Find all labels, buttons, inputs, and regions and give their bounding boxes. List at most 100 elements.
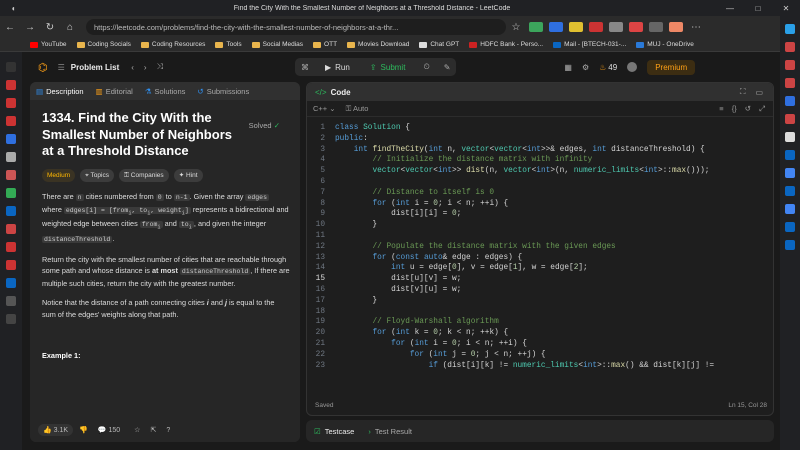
menu-icon[interactable]: ⋯ [686, 22, 706, 33]
code-line[interactable]: 10 } [307, 220, 773, 231]
code-line[interactable]: 18 [307, 307, 773, 318]
sidebar-icon[interactable] [6, 242, 16, 252]
add-icon[interactable] [6, 314, 16, 324]
reload-icon[interactable]: ↻ [40, 22, 60, 33]
extension-icon[interactable] [649, 22, 663, 32]
language-select[interactable]: C++ ⌄ [313, 104, 336, 113]
bookmark-item[interactable]: Coding Resources [140, 41, 205, 48]
shuffle-icon[interactable]: ⤨ [157, 62, 163, 72]
debug-icon[interactable]: ⌘ [295, 63, 315, 72]
sidebar-icon[interactable] [785, 114, 795, 124]
close-icon[interactable]: ✕ [772, 4, 800, 13]
format-icon[interactable]: {} [732, 104, 737, 113]
code-editor[interactable]: 1 class Solution {2 public: 3 int findTheCi… [307, 123, 773, 389]
streak-icon[interactable]: ♨ [599, 63, 606, 72]
sidebar-icon[interactable] [6, 80, 16, 90]
dislike-icon[interactable]: 👎 [79, 426, 88, 434]
avatar[interactable] [627, 62, 638, 72]
code-line[interactable]: 17 } [307, 296, 773, 307]
code-line[interactable]: 2 public: [307, 134, 773, 145]
tab-description[interactable]: ▤ Description [36, 87, 84, 96]
comments-button[interactable]: 💬 150 [98, 426, 120, 434]
premium-button[interactable]: Premium [647, 59, 696, 75]
code-line[interactable]: 23 if (dist[i][k] != numeric_limits<int>… [307, 361, 773, 372]
code-line[interactable]: 13 for (const auto& edge : edges) { [307, 253, 773, 264]
topics-tag[interactable]: ⌖ Topics [80, 168, 114, 182]
code-line[interactable]: 14 int u = edge[0], v = edge[1], w = edg… [307, 263, 773, 274]
problem-title[interactable]: 1334. Find the City With the Smallest Nu… [42, 110, 242, 160]
expand-icon[interactable]: ⤢ [759, 104, 765, 114]
linkedin-icon[interactable] [785, 186, 795, 196]
copilot-icon[interactable] [785, 24, 795, 34]
like-button[interactable]: 👍 3.1K [38, 424, 74, 436]
tab-editorial[interactable]: ▥ Editorial [96, 87, 133, 96]
star-icon[interactable]: ☆ [506, 22, 526, 33]
bookmark-item[interactable]: Mail - [BTECH-031-... [553, 41, 626, 48]
next-problem-icon[interactable]: › [144, 63, 147, 72]
code-line[interactable]: 5 vector<vector<int>> dist(n, vector<int… [307, 166, 773, 177]
sidebar-icon[interactable] [6, 134, 16, 144]
sidebar-icon[interactable] [6, 206, 16, 216]
code-line[interactable]: 22 for (int j = 0; j < n; ++j) { [307, 350, 773, 361]
google-icon[interactable] [785, 204, 795, 214]
notes-icon[interactable]: ✎ [438, 63, 457, 72]
sidebar-icon[interactable] [785, 96, 795, 106]
auto-mode[interactable]: ⚿ Auto [346, 104, 369, 114]
sidebar-icon[interactable] [6, 170, 16, 180]
extension-icon[interactable] [629, 22, 643, 32]
prev-problem-icon[interactable]: ‹ [131, 63, 134, 72]
companies-tag[interactable]: ⚿ Companies [119, 168, 169, 182]
bookmark-item[interactable]: Chat GPT [419, 41, 459, 48]
sidebar-icon[interactable] [6, 224, 16, 234]
extension-icon[interactable] [529, 22, 543, 32]
bookmark-item[interactable]: HDFC Bank - Perso... [469, 41, 543, 48]
minimize-icon[interactable]: ▭ [755, 88, 763, 97]
code-line[interactable]: 11 [307, 231, 773, 242]
code-line[interactable]: 7 // Distance to itself is 0 [307, 188, 773, 199]
share-icon[interactable]: ⇱ [150, 426, 156, 434]
code-line[interactable]: 16 dist[v][u] = w; [307, 285, 773, 296]
tab-solutions[interactable]: ⚗ Solutions [145, 87, 186, 96]
linkedin-icon[interactable] [785, 222, 795, 232]
extension-icon[interactable] [589, 22, 603, 32]
back-icon[interactable]: ← [0, 22, 20, 33]
extension-icon[interactable] [569, 22, 583, 32]
sidebar-icon[interactable] [6, 296, 16, 306]
submit-button[interactable]: ⇪ Submit [360, 63, 416, 72]
code-line[interactable]: 6 [307, 177, 773, 188]
maximize-icon[interactable]: ⛶ [740, 87, 746, 97]
bookmark-icon[interactable]: ≡ [719, 104, 723, 113]
sidebar-icon[interactable] [785, 78, 795, 88]
bookmark-item[interactable]: MUJ - OneDrive [636, 41, 694, 48]
code-line[interactable]: 21 for (int i = 0; i < n; ++i) { [307, 339, 773, 350]
code-line[interactable]: 9 dist[i][i] = 0; [307, 209, 773, 220]
run-button[interactable]: ▶ Run [315, 63, 360, 72]
timer-icon[interactable]: ⏲ [415, 62, 437, 72]
sidebar-icon[interactable] [785, 42, 795, 52]
extension-icon[interactable] [609, 22, 623, 32]
settings-icon[interactable]: ⚙ [582, 63, 589, 72]
help-icon[interactable]: ? [166, 427, 170, 434]
bookmark-item[interactable]: Movies Download [347, 41, 409, 48]
favorite-icon[interactable]: ☆ [134, 426, 140, 434]
layout-icon[interactable]: ▦ [564, 63, 572, 72]
code-line[interactable]: 8 for (int i = 0; i < n; ++i) { [307, 199, 773, 210]
code-line[interactable]: 12 // Populate the distance matrix with … [307, 242, 773, 253]
bookmark-item[interactable]: YouTube [30, 41, 67, 48]
code-line[interactable]: 1 class Solution { [307, 123, 773, 134]
leetcode-logo-icon[interactable]: ⌬ [38, 61, 48, 74]
code-line[interactable]: 4 // Initialize the distance matrix with… [307, 155, 773, 166]
code-line[interactable]: 15 dist[u][v] = w; [307, 274, 773, 285]
forward-icon[interactable]: → [20, 22, 40, 33]
github-icon[interactable] [785, 132, 795, 142]
reset-icon[interactable]: ↺ [745, 104, 751, 113]
bookmark-item[interactable]: OTT [313, 41, 337, 48]
home-icon[interactable]: ⌂ [60, 22, 80, 33]
url-field[interactable]: https://leetcode.com/problems/find-the-c… [86, 19, 506, 35]
list-icon[interactable]: ☰ [58, 63, 65, 72]
bookmark-item[interactable]: Coding Socials [76, 41, 131, 48]
sidebar-icon[interactable] [6, 62, 16, 72]
sidebar-icon[interactable] [785, 60, 795, 70]
sidebar-icon[interactable] [6, 152, 16, 162]
code-line[interactable]: 3 int findTheCity(int n, vector<vector<i… [307, 145, 773, 156]
